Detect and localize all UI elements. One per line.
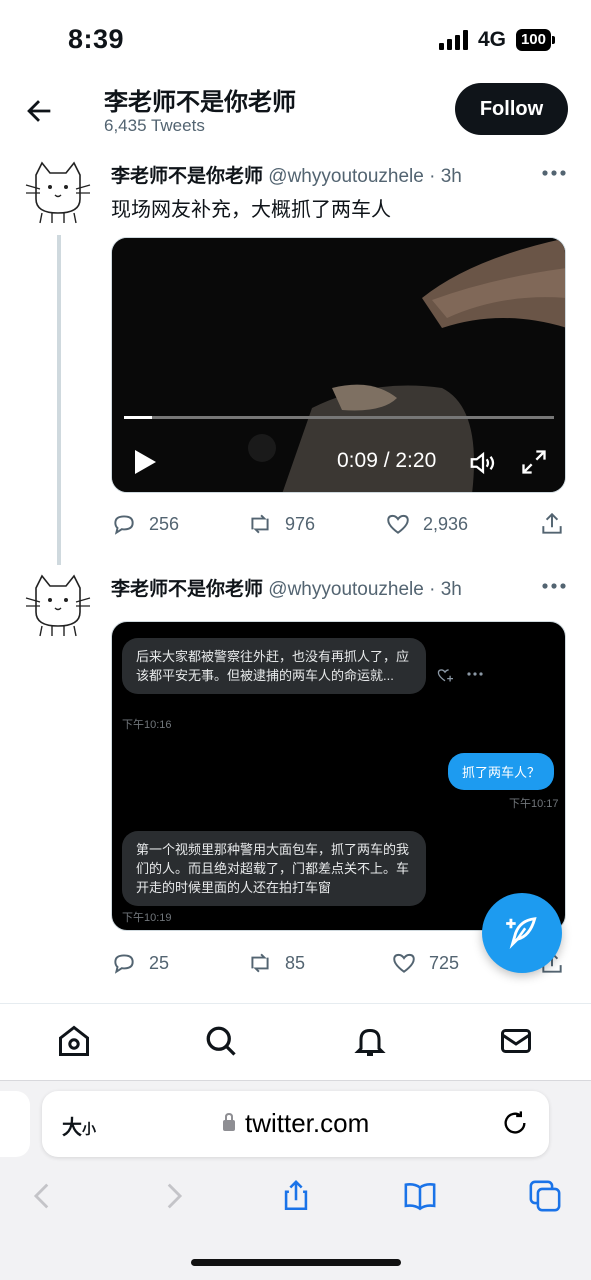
tweet-time: · 3h	[429, 166, 462, 187]
signal-icon	[438, 30, 468, 50]
page-title: 李老师不是你老师	[104, 89, 296, 116]
more-options-icon[interactable]	[541, 581, 567, 591]
chat-bubble-received: 后来大家都被警察往外赶，也没有再抓人了，应该都平安无事。但被逮捕的两车人的命运就…	[122, 638, 426, 694]
messages-envelope-icon[interactable]	[498, 1023, 534, 1059]
reply-button[interactable]: 256	[111, 511, 179, 537]
retweet-icon	[251, 514, 269, 534]
heart-icon	[393, 953, 415, 973]
message-time: 下午10:17	[509, 798, 559, 810]
avatar[interactable]	[22, 568, 94, 640]
reply-icon	[114, 954, 134, 974]
notifications-bell-icon[interactable]	[352, 1023, 388, 1059]
text-size-small-label: 小	[82, 1121, 96, 1137]
tweet-text: 现场网友补充，大概抓了两车人	[111, 199, 391, 221]
retweet-button[interactable]: 85	[247, 950, 305, 976]
message-time: 下午10:16	[122, 719, 172, 731]
author-name[interactable]: 李老师不是你老师	[111, 579, 263, 600]
reply-count: 25	[149, 952, 170, 973]
tweet-header: 李老师不是你老师 @whyyoutouzhele · 3h	[111, 574, 462, 601]
share-button[interactable]	[539, 511, 565, 537]
like-count: 2,936	[423, 513, 469, 534]
previous-tab-peek[interactable]	[0, 1091, 30, 1157]
tweet-time: · 3h	[429, 579, 462, 600]
tabs-icon[interactable]	[528, 1179, 562, 1213]
avatar[interactable]	[22, 155, 94, 227]
profile-header: 李老师不是你老师 6,435 Tweets Follow	[0, 78, 591, 148]
status-time: 8:39	[68, 24, 125, 54]
bottom-nav	[0, 1003, 591, 1080]
share-icon	[542, 512, 562, 534]
reply-icon	[114, 515, 134, 535]
feather-plus-icon	[506, 917, 537, 949]
forward-chevron-icon[interactable]	[156, 1179, 190, 1213]
retweet-icon	[251, 953, 269, 973]
like-button[interactable]: 725	[391, 950, 459, 976]
chat-screenshot-image[interactable]: 后来大家都被警察往外赶，也没有再抓人了，应该都平安无事。但被逮捕的两车人的命运就…	[111, 621, 566, 931]
url-text: twitter.com	[245, 1108, 370, 1138]
tweet-count: 6,435 Tweets	[104, 116, 205, 135]
react-icon	[437, 669, 453, 682]
more-options-icon[interactable]	[541, 168, 567, 178]
browser-toolbar: 大小 twitter.com	[0, 1080, 591, 1280]
like-count: 725	[429, 952, 460, 973]
status-indicators: 4G 100	[438, 28, 556, 52]
lock-icon	[223, 1112, 235, 1131]
more-options-icon	[467, 672, 483, 676]
tweet-header: 李老师不是你老师 @whyyoutouzhele · 3h	[111, 161, 462, 188]
home-indicator	[191, 1259, 401, 1266]
author-name[interactable]: 李老师不是你老师	[111, 166, 263, 187]
bookmarks-icon[interactable]	[403, 1179, 437, 1213]
video-player[interactable]: 0:09 / 2:20	[111, 237, 566, 493]
play-icon[interactable]	[132, 448, 158, 476]
retweet-count: 85	[285, 952, 306, 973]
volume-icon[interactable]	[468, 448, 498, 478]
video-progress-track[interactable]	[124, 416, 554, 419]
retweet-button[interactable]: 976	[247, 511, 315, 537]
follow-button[interactable]: Follow	[455, 83, 568, 135]
retweet-count: 976	[285, 513, 316, 534]
thread-line	[57, 235, 61, 565]
compose-tweet-button[interactable]	[482, 893, 562, 973]
author-handle[interactable]: @whyyoutouzhele	[268, 579, 424, 600]
reply-count: 256	[149, 513, 180, 534]
status-bar: 8:39 4G 100	[0, 0, 591, 78]
author-handle[interactable]: @whyyoutouzhele	[268, 166, 424, 187]
share-icon[interactable]	[279, 1179, 313, 1213]
like-button[interactable]: 2,936	[385, 511, 468, 537]
reply-button[interactable]: 25	[111, 950, 169, 976]
back-chevron-icon[interactable]	[26, 1179, 60, 1213]
home-icon[interactable]	[56, 1023, 92, 1059]
tweet[interactable]: 李老师不是你老师 @whyyoutouzhele · 3h 现场网友补充，大概抓…	[0, 155, 591, 555]
fullscreen-icon[interactable]	[520, 448, 548, 476]
chat-bubble-received: 第一个视频里那种警用大面包车，抓了两车的我们的人。而且绝对超载了，门都差点关不上…	[122, 831, 426, 906]
reload-icon[interactable]	[501, 1109, 529, 1137]
video-progress-fill	[124, 416, 152, 419]
tweet-actions: 256 976 2,936	[111, 511, 566, 541]
video-time: 0:09 / 2:20	[337, 449, 437, 472]
back-arrow-icon[interactable]	[22, 94, 56, 128]
message-time: 下午10:19	[122, 912, 172, 924]
search-icon[interactable]	[203, 1023, 239, 1059]
address-bar[interactable]: 大小 twitter.com	[42, 1091, 549, 1157]
network-type: 4G	[477, 28, 506, 51]
heart-icon	[387, 514, 409, 534]
chat-bubble-sent: 抓了两车人？	[448, 753, 555, 790]
text-size-large-label: 大	[62, 1117, 82, 1139]
text-size-button[interactable]: 大小	[62, 1111, 96, 1140]
battery-icon: 100	[515, 29, 556, 51]
